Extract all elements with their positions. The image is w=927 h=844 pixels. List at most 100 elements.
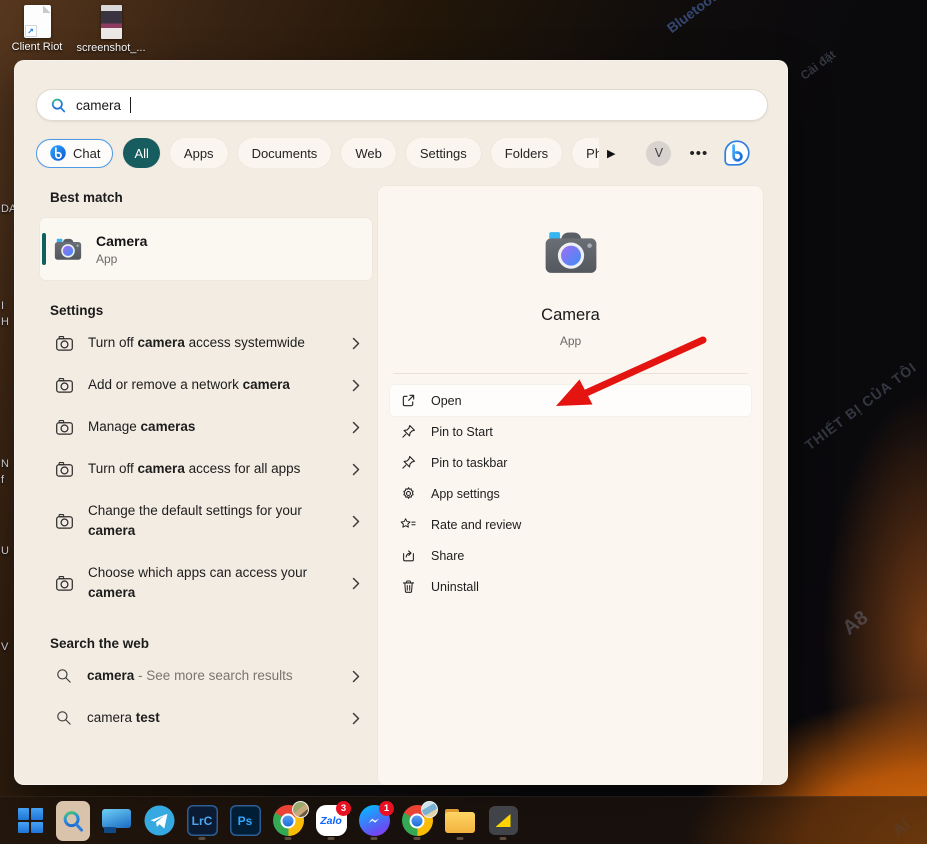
filter-bar: Chat All Apps Documents Web Settings Folders P… <box>36 137 770 169</box>
web-results-list: camera - See more search results camera t… <box>40 655 372 739</box>
result-text: Turn off camera access systemwide <box>88 333 316 353</box>
result-text: Change the default settings for your cam… <box>88 501 316 541</box>
action-label: Open <box>431 394 462 408</box>
result-text: camera test <box>87 708 315 728</box>
taskbar-item-telegram[interactable] <box>142 801 176 841</box>
chevron-right-icon <box>352 337 360 350</box>
desktop-icon-label: screenshot_... <box>76 42 145 54</box>
web-result-row[interactable]: camera test <box>40 697 372 739</box>
desktop-icon-client-riot[interactable]: ↗ Client Riot <box>6 5 68 53</box>
action-share[interactable]: Share <box>390 540 751 571</box>
action-app-settings[interactable]: App settings <box>390 478 751 509</box>
action-open[interactable]: Open <box>390 385 751 416</box>
detail-app-name: Camera <box>378 306 763 325</box>
settings-result-row[interactable]: Turn off camera access systemwide <box>40 322 372 364</box>
filter-chat-button[interactable]: Chat <box>36 139 113 168</box>
settings-result-row[interactable]: Choose which apps can access your camera <box>40 552 372 614</box>
best-match-result[interactable]: Camera App <box>40 218 372 280</box>
taskbar-item-chrome-profile1[interactable] <box>271 801 305 841</box>
chevron-right-icon <box>352 670 360 683</box>
desktop-label-fragment: V <box>1 641 8 653</box>
document-shortcut-icon: ↗ <box>24 5 51 38</box>
best-match-title: Camera <box>96 233 147 249</box>
desktop: { "desktop": { "icons": [ { "label": "Cl… <box>0 0 927 844</box>
file-explorer-icon <box>445 809 475 833</box>
gear-icon <box>400 486 416 501</box>
camera-outline-icon <box>55 376 74 395</box>
tabs-overflow-arrow[interactable]: ▶ <box>607 147 615 160</box>
desktop-label-fragment: N <box>1 458 9 470</box>
running-indicator <box>285 837 292 840</box>
account-avatar[interactable]: V <box>646 141 671 166</box>
app-detail-panel: Camera App OpenPin to StartPin to taskba… <box>378 186 763 785</box>
settings-result-row[interactable]: Change the default settings for your cam… <box>40 490 372 552</box>
camera-outline-icon <box>55 512 74 531</box>
display-icon <box>102 809 131 833</box>
action-label: Pin to taskbar <box>431 456 507 470</box>
share-icon <box>400 548 416 563</box>
camera-outline-icon <box>55 418 74 437</box>
results-column: Best match Camera App Settings Turn off … <box>40 190 372 739</box>
action-rate-and-review[interactable]: Rate and review <box>390 509 751 540</box>
taskbar: LrC Ps Zalo3 1 <box>0 796 927 844</box>
chevron-right-icon <box>352 712 360 725</box>
taskbar-item-lightroom[interactable]: LrC <box>185 801 219 841</box>
taskbar-item-display[interactable] <box>99 801 133 841</box>
chevron-right-icon <box>352 577 360 590</box>
action-pin-to-taskbar[interactable]: Pin to taskbar <box>390 447 751 478</box>
settings-result-row[interactable]: Add or remove a network camera <box>40 364 372 406</box>
action-uninstall[interactable]: Uninstall <box>390 571 751 602</box>
search-outline-icon <box>55 709 73 727</box>
action-pin-to-start[interactable]: Pin to Start <box>390 416 751 447</box>
lightroom-icon: LrC <box>187 805 218 836</box>
result-text: Add or remove a network camera <box>88 375 316 395</box>
settings-header: Settings <box>40 303 372 318</box>
filter-tab-all[interactable]: All <box>123 138 159 168</box>
filter-tab-documents[interactable]: Documents <box>238 138 332 168</box>
desktop-label-fragment: f <box>1 474 4 486</box>
taskbar-item-zalo[interactable]: Zalo3 <box>314 801 348 841</box>
web-result-row[interactable]: camera - See more search results <box>40 655 372 697</box>
filter-tab-settings[interactable]: Settings <box>406 138 481 168</box>
action-label: Share <box>431 549 464 563</box>
search-outline-icon <box>55 667 73 685</box>
settings-result-row[interactable]: Turn off camera access for all apps <box>40 448 372 490</box>
settings-result-row[interactable]: Manage cameras <box>40 406 372 448</box>
filter-tab-folders[interactable]: Folders <box>491 138 562 168</box>
taskbar-item-photoshop[interactable]: Ps <box>228 801 262 841</box>
search-flyout-panel: camera Chat All Apps Documents Web Settings F… <box>14 60 788 785</box>
taskbar-item-search[interactable] <box>56 801 90 841</box>
running-indicator <box>500 837 507 840</box>
filter-tab-web[interactable]: Web <box>341 138 396 168</box>
camera-app-icon-large <box>542 223 600 281</box>
desktop-label-fragment: I <box>1 300 4 312</box>
taskbar-item-chrome-profile2[interactable] <box>400 801 434 841</box>
chrome-icon <box>273 805 304 836</box>
search-query-text: camera <box>76 98 121 113</box>
settings-results-list: Turn off camera access systemwide Add or … <box>40 322 372 614</box>
notification-badge: 3 <box>336 801 351 816</box>
bing-icon[interactable] <box>723 139 751 167</box>
camera-outline-icon <box>55 334 74 353</box>
telegram-icon <box>144 805 175 836</box>
taskbar-item-notes-app[interactable] <box>486 801 520 841</box>
notification-badge: 1 <box>379 801 394 816</box>
camera-outline-icon <box>55 574 74 593</box>
taskbar-item-messenger[interactable]: 1 <box>357 801 391 841</box>
taskbar-item-file-explorer[interactable] <box>443 801 477 841</box>
text-caret <box>130 97 131 113</box>
taskbar-search-icon <box>56 801 90 841</box>
desktop-icon-screenshot[interactable]: screenshot_... <box>80 5 142 54</box>
desktop-icon-label: Client Riot <box>12 41 63 53</box>
star-list-icon <box>400 517 416 532</box>
result-text: Choose which apps can access your camera <box>88 563 316 603</box>
wallpaper-text: THIẾT BỊ CỦA TÔI <box>802 359 920 453</box>
search-input[interactable]: camera <box>36 89 768 121</box>
more-options-button[interactable]: ••• <box>689 145 708 162</box>
filter-tab-apps[interactable]: Apps <box>170 138 228 168</box>
chrome-icon <box>402 805 433 836</box>
best-match-header: Best match <box>40 190 372 205</box>
filter-tab-photos[interactable]: Photos <box>572 138 599 168</box>
action-label: Rate and review <box>431 518 521 532</box>
taskbar-item-start[interactable] <box>13 801 47 841</box>
